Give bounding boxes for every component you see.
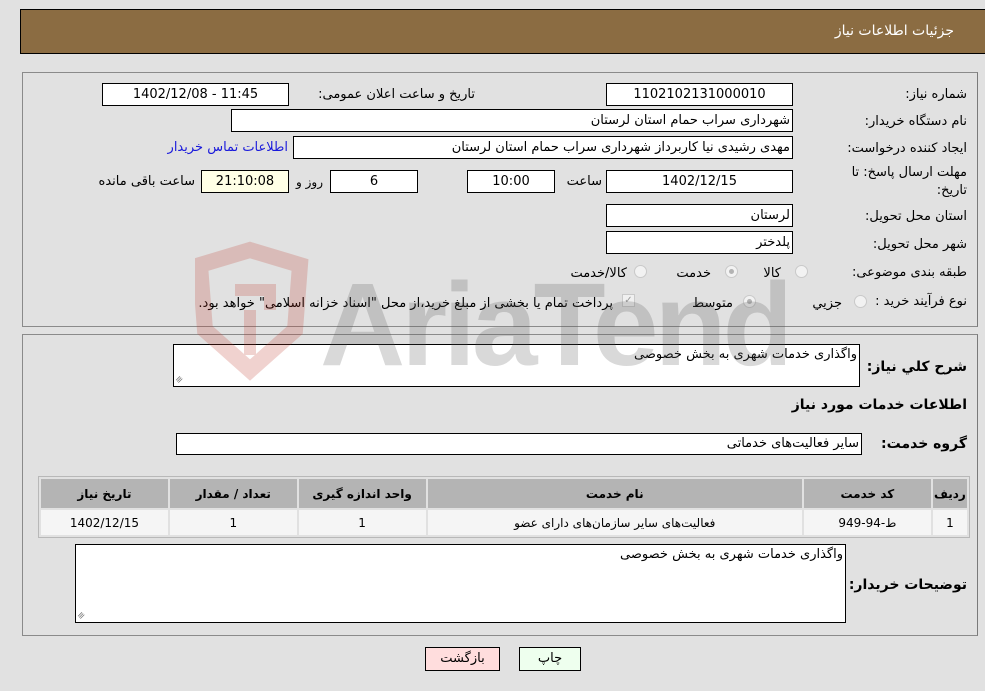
col-row-number: ردیف [932, 479, 967, 508]
buyer-notes-textarea[interactable]: واگذاری خدمات شهری به بخش خصوصی ≡ [75, 544, 846, 623]
category-radio-service[interactable] [725, 265, 738, 278]
buyer-notes-text: واگذاری خدمات شهری به بخش خصوصی [620, 547, 843, 562]
buyer-notes-label: توضیحات خریدار: [848, 577, 967, 593]
cell-row-number: 1 [932, 510, 967, 535]
resize-grip-icon[interactable]: ≡ [174, 374, 186, 386]
purchase-type-option-medium: متوسط [692, 296, 733, 311]
treasury-note: پرداخت تمام یا بخشی از مبلغ خرید،از محل … [198, 296, 613, 311]
delivery-province-label: استان محل تحویل: [865, 209, 967, 224]
col-service-code: کد خدمت [803, 479, 931, 508]
buyer-org-label: نام دستگاه خریدار: [864, 114, 967, 129]
cell-unit: 1 [298, 510, 426, 535]
print-button[interactable]: چاپ [519, 647, 581, 671]
announce-datetime-field: 1402/12/08 - 11:45 [102, 83, 289, 106]
deadline-time-label: ساعت [566, 174, 602, 189]
category-option-service: خدمت [676, 266, 711, 281]
remaining-days-field: 6 [330, 170, 418, 193]
remaining-time-label: ساعت باقی مانده [98, 174, 195, 189]
deadline-time-field: 10:00 [467, 170, 555, 193]
col-unit: واحد اندازه گیری [298, 479, 426, 508]
buyer-contact-link[interactable]: اطلاعات تماس خریدار [168, 140, 288, 155]
cell-quantity: 1 [169, 510, 297, 535]
cell-service-code: ط-94-949 [803, 510, 931, 535]
col-quantity: تعداد / مقدار [169, 479, 297, 508]
page-title: جزئیات اطلاعات نیاز [834, 23, 954, 39]
back-button[interactable]: بازگشت [425, 647, 500, 671]
need-number-label: شماره نیاز: [905, 87, 967, 102]
general-desc-text: واگذاری خدمات شهری به بخش خصوصی [634, 347, 857, 362]
general-desc-textarea[interactable]: واگذاری خدمات شهری به بخش خصوصی ≡ [173, 344, 860, 387]
deadline-date-field: 1402/12/15 [606, 170, 793, 193]
delivery-province-field: لرستان [606, 204, 793, 227]
buyer-org-field: شهرداری سراب حمام استان لرستان [231, 109, 793, 132]
announce-datetime-label: تاریخ و ساعت اعلان عمومی: [318, 87, 475, 102]
category-radio-goods-service[interactable] [634, 265, 647, 278]
services-info-title: اطلاعات خدمات مورد نیاز [791, 397, 967, 413]
general-desc-label: شرح کلي نیاز: [866, 359, 967, 375]
remaining-time-field: 21:10:08 [201, 170, 289, 193]
service-group-label: گروه خدمت: [881, 436, 967, 452]
category-option-goods-service: کالا/خدمت [570, 266, 627, 281]
cell-need-date: 1402/12/15 [41, 510, 168, 535]
purchase-type-radio-medium[interactable] [743, 295, 756, 308]
page-header: جزئیات اطلاعات نیاز [20, 9, 985, 54]
cell-service-name: فعالیت‌های سایر سازمان‌های دارای عضو [427, 510, 802, 535]
delivery-city-field: پلدختر [606, 231, 793, 254]
purchase-type-option-minor: جزیي [812, 296, 842, 311]
deadline-label: مهلت ارسال پاسخ: تا تاریخ: [851, 165, 967, 198]
requester-label: ایجاد کننده درخواست: [847, 141, 967, 156]
treasury-checkbox[interactable]: ✓ [622, 294, 635, 307]
purchase-type-radio-minor[interactable] [854, 295, 867, 308]
category-option-goods: کالا [763, 266, 781, 281]
table-row: 1 ط-94-949 فعالیت‌های سایر سازمان‌های دا… [41, 510, 967, 535]
delivery-city-label: شهر محل تحویل: [872, 237, 967, 252]
days-label: روز و [296, 175, 323, 189]
need-number-field: 1102102131000010 [606, 83, 793, 106]
services-table: ردیف کد خدمت نام خدمت واحد اندازه گیری ت… [38, 476, 970, 538]
col-service-name: نام خدمت [427, 479, 802, 508]
purchase-type-label: نوع فرآیند خرید : [875, 294, 967, 309]
category-label: طبقه بندی موضوعی: [851, 265, 967, 280]
service-group-field: سایر فعالیت‌های خدماتی [176, 433, 862, 455]
col-need-date: تاریخ نیاز [41, 479, 168, 508]
category-radio-goods[interactable] [795, 265, 808, 278]
resize-grip-icon[interactable]: ≡ [76, 610, 88, 622]
requester-field: مهدی رشیدی نیا کاربرداز شهرداری سراب حما… [293, 136, 793, 159]
services-table-header: ردیف کد خدمت نام خدمت واحد اندازه گیری ت… [41, 479, 967, 508]
